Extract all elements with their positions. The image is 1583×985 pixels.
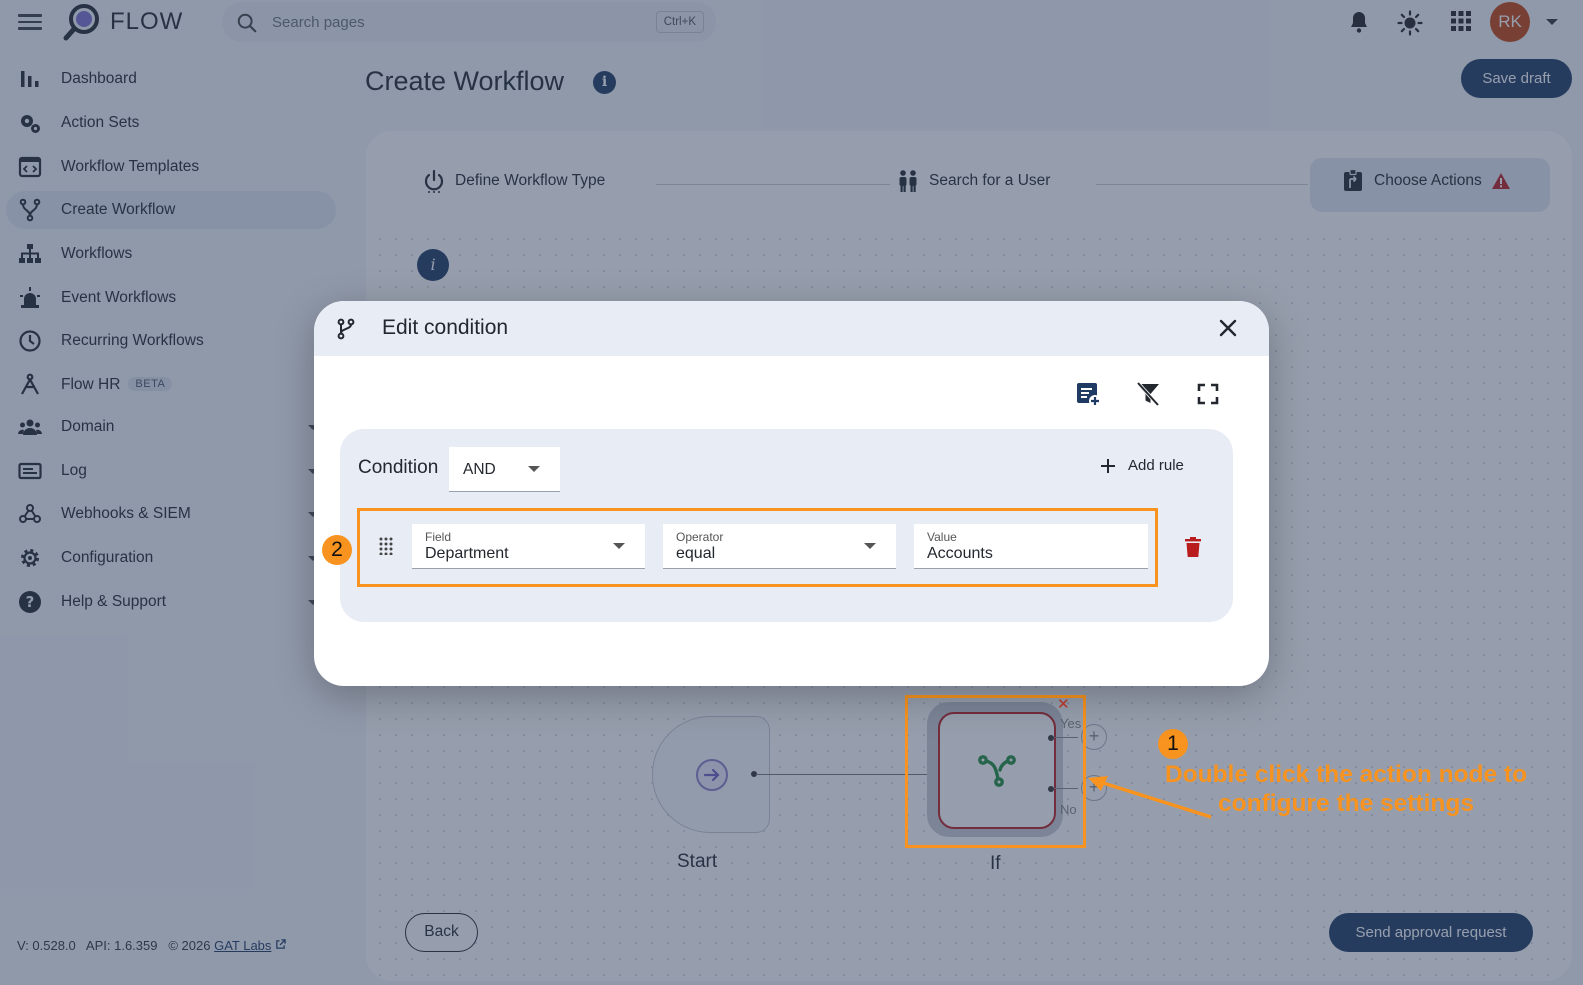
- branch-icon: [337, 318, 355, 340]
- combinator-select[interactable]: AND: [449, 447, 560, 492]
- modal-header: Edit condition: [314, 301, 1269, 356]
- trash-icon[interactable]: [1185, 537, 1201, 557]
- add-rule-button[interactable]: Add rule: [1100, 457, 1184, 474]
- annotation-highlight-node: [905, 695, 1086, 848]
- add-group-icon[interactable]: [1075, 381, 1101, 407]
- annotation-text-line: configure the settings: [1218, 790, 1474, 817]
- plus-icon: [1101, 458, 1115, 473]
- edit-condition-modal: Edit condition Condition AND Add rule Fi…: [314, 301, 1269, 686]
- annotation-highlight-rule: [357, 508, 1158, 587]
- clear-filter-icon[interactable]: [1135, 381, 1161, 407]
- modal-title: Edit condition: [382, 316, 509, 339]
- annotation-badge-1: 1: [1158, 729, 1188, 759]
- close-icon[interactable]: ✕: [1057, 695, 1070, 713]
- condition-label: Condition: [358, 457, 439, 478]
- annotation-text-line: Double click the action node to: [1164, 761, 1528, 788]
- chevron-down-icon: [528, 466, 540, 472]
- close-icon[interactable]: [1215, 315, 1241, 341]
- annotation-text-1: Double click the action node to configur…: [1150, 760, 1542, 818]
- annotation-badge-2: 2: [322, 535, 352, 565]
- combinator-value: AND: [463, 461, 496, 478]
- fullscreen-icon[interactable]: [1195, 381, 1221, 407]
- add-rule-label: Add rule: [1128, 457, 1184, 474]
